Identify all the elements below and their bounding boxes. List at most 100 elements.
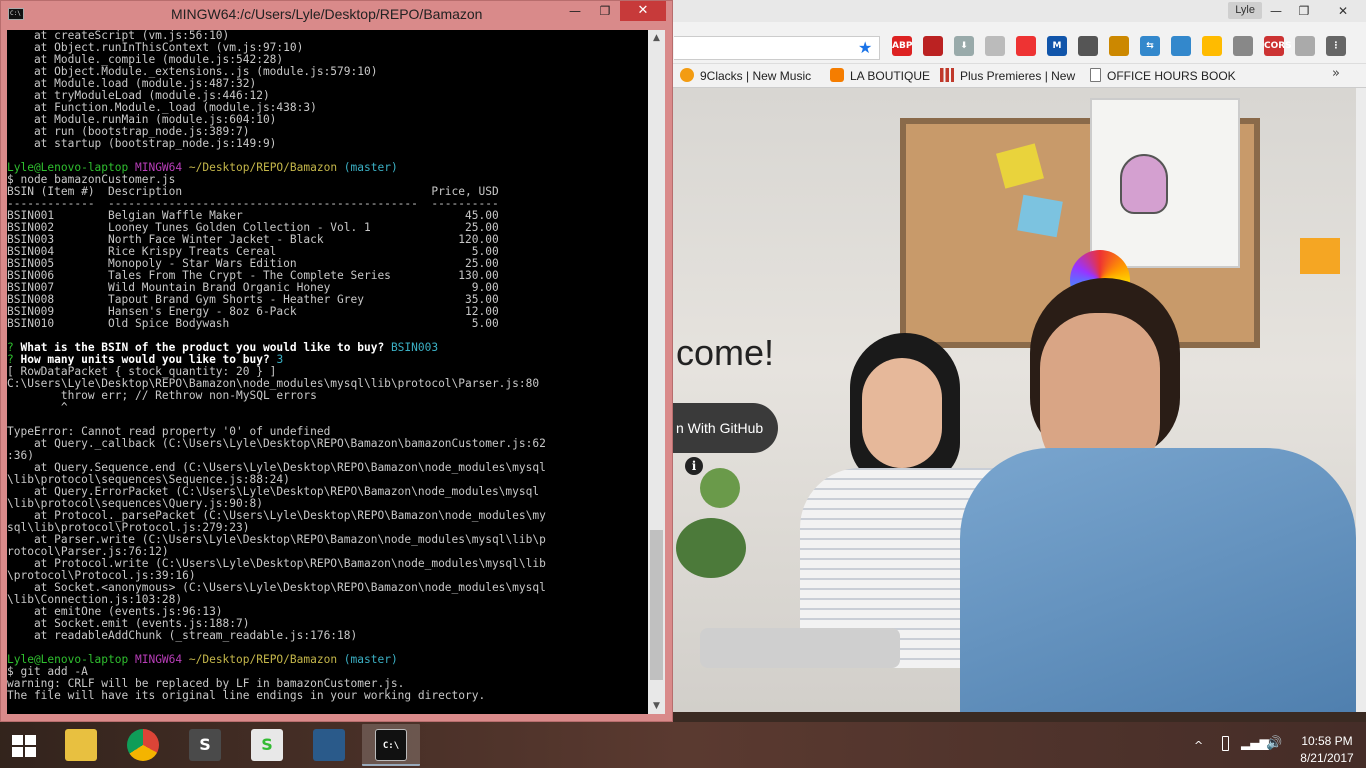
eyedropper-icon[interactable]: [1078, 36, 1098, 56]
terminal-line: at Query.ErrorPacket (C:\Users\Lyle\Desk…: [7, 486, 648, 498]
code-icon[interactable]: [1233, 36, 1253, 56]
terminal-text: ~/Desktop/REPO/Bamazon: [188, 162, 344, 174]
bookmark-plus-premieres[interactable]: Plus Premieres | New: [940, 67, 1075, 85]
terminal-text: (master): [343, 162, 398, 174]
terminal-line: at Object.runInThisContext (vm.js:97:10): [7, 42, 648, 54]
battery-icon[interactable]: [1222, 736, 1229, 751]
m-icon[interactable]: M: [1047, 36, 1067, 56]
cast-icon[interactable]: [1295, 36, 1315, 56]
terminal-line: sql\lib\protocol\Protocol.js:279:23): [7, 522, 648, 534]
sublime-text-icon: S: [189, 729, 221, 761]
arrows-icon[interactable]: ⇆: [1140, 36, 1160, 56]
terminal-minimize-button[interactable]: —: [561, 1, 589, 21]
terminal-text: at createScript (vm.js:56:10): [7, 30, 230, 42]
terminal-line: :36): [7, 450, 648, 462]
terminal-text: at startup (bootstrap_node.js:149:9): [7, 138, 277, 150]
bookmark-star-icon[interactable]: ★: [858, 38, 872, 57]
terminal-title-bar[interactable]: C:\ MINGW64:/c/Users/Lyle/Desktop/REPO/B…: [1, 1, 672, 29]
windows-taskbar: S S C:\ ^ ▂▄▆ 🔊: [0, 722, 1366, 768]
terminal-line: BSIN004 Rice Krispy Treats Cereal 5.00: [7, 246, 648, 258]
terminal-output[interactable]: at createScript (vm.js:56:10) at Object.…: [7, 30, 648, 714]
profile-button[interactable]: Lyle: [1228, 2, 1262, 19]
terminal-text: \lib\Connection.js:103:28): [7, 594, 183, 606]
terminal-text: at readableAddChunk (_stream_readable.js…: [7, 630, 358, 642]
terminal-text: at tryModuleLoad (module.js:446:12): [7, 90, 270, 102]
volume-icon[interactable]: 🔊: [1266, 736, 1282, 751]
clock-time[interactable]: 10:58 PM: [1292, 734, 1362, 748]
terminal-text: at Socket.<anonymous> (C:\Users\Lyle\Des…: [7, 582, 546, 594]
download-icon[interactable]: ⬇: [954, 36, 974, 56]
spy-icon[interactable]: [923, 36, 943, 56]
browser-maximize-button[interactable]: ❐: [1286, 0, 1322, 22]
taskbar-button[interactable]: S: [176, 724, 234, 766]
terminal-text: C:\Users\Lyle\Desktop\REPO\Bamazon\node_…: [7, 378, 540, 390]
slack-icon: S: [251, 729, 283, 761]
address-bar[interactable]: [674, 36, 880, 60]
taskbar-button[interactable]: S: [238, 724, 296, 766]
terminal-line: [ RowDataPacket { stock_quantity: 20 } ]: [7, 366, 648, 378]
terminal-text: ------------- --------------------------…: [7, 198, 499, 210]
terminal-text: at Protocol._parsePacket (C:\Users\Lyle\…: [7, 510, 546, 522]
terminal-text: at run (bootstrap_node.js:389:7): [7, 126, 250, 138]
bars-icon: [940, 68, 954, 82]
taskbar-button[interactable]: [52, 724, 110, 766]
terminal-line: at Query.Sequence.end (C:\Users\Lyle\Des…: [7, 462, 648, 474]
terminal-icon: C:\: [375, 729, 407, 761]
terminal-line: BSIN002 Looney Tunes Golden Collection -…: [7, 222, 648, 234]
terminal-scrollbar[interactable]: ▲ ▼: [648, 30, 665, 714]
terminal-text: rotocol\Parser.js:76:12): [7, 546, 169, 558]
lightbulb-drawing-image: [1120, 154, 1168, 214]
bookmark-office-hours[interactable]: OFFICE HOURS BOOK: [1090, 67, 1236, 85]
bookmark-9clacks[interactable]: 9Clacks | New Music: [680, 67, 811, 85]
adblock-icon[interactable]: ABP: [892, 36, 912, 56]
shield-icon[interactable]: [1016, 36, 1036, 56]
terminal-text: ^: [7, 402, 68, 414]
cors-icon[interactable]: CORS: [1264, 36, 1292, 56]
terminal-lines: at createScript (vm.js:56:10) at Object.…: [7, 30, 648, 702]
terminal-text: at Function.Module._load (module.js:438:…: [7, 102, 317, 114]
terminal-text: \lib\protocol\sequences\Sequence.js:88:2…: [7, 474, 290, 486]
terminal-text: sql\lib\protocol\Protocol.js:279:23): [7, 522, 250, 534]
terminal-line: at Parser.write (C:\Users\Lyle\Desktop\R…: [7, 534, 648, 546]
scroll-down-arrow-icon[interactable]: ▼: [648, 698, 665, 714]
terminal-line: at Function.Module._load (module.js:438:…: [7, 102, 648, 114]
terminal-line: $ git add -A: [7, 666, 648, 678]
terminal-close-button[interactable]: ✕: [620, 1, 666, 21]
start-button[interactable]: [0, 722, 50, 768]
terminal-text: \protocol\Protocol.js:39:16): [7, 570, 196, 582]
bulb-icon[interactable]: [1202, 36, 1222, 56]
menu-icon[interactable]: ⋮: [1326, 36, 1346, 56]
terminal-line: \protocol\Protocol.js:39:16): [7, 570, 648, 582]
terminal-text: at Module._compile (module.js:542:28): [7, 54, 284, 66]
terminal-text: at Protocol.write (C:\Users\Lyle\Desktop…: [7, 558, 546, 570]
terminal-line: at readableAddChunk (_stream_readable.js…: [7, 630, 648, 642]
terminal-scroll-thumb[interactable]: [650, 530, 663, 680]
terminal-text: at Query.ErrorPacket (C:\Users\Lyle\Desk…: [7, 486, 540, 498]
terminal-line: at Module.load (module.js:487:32): [7, 78, 648, 90]
hammer-icon[interactable]: [1109, 36, 1129, 56]
terminal-maximize-button[interactable]: ❐: [591, 1, 619, 21]
clock-date[interactable]: 8/21/2017: [1292, 751, 1362, 765]
terminal-line: BSIN009 Hansen's Energy - 8oz 6-Pack 12.…: [7, 306, 648, 318]
terminal-text: ~/Desktop/REPO/Bamazon: [188, 654, 344, 666]
show-hidden-icons-button[interactable]: ^: [1194, 739, 1203, 752]
network-signal-icon[interactable]: ▂▄▆: [1241, 736, 1269, 750]
bookmark-la-boutique[interactable]: LA BOUTIQUE: [830, 67, 930, 85]
pdf-icon[interactable]: [985, 36, 1005, 56]
taskbar-button[interactable]: C:\: [362, 724, 420, 766]
terminal-line: at Socket.emit (events.js:188:7): [7, 618, 648, 630]
browser-close-button[interactable]: ✕: [1320, 0, 1366, 22]
taskbar-button[interactable]: [300, 724, 358, 766]
page-scrollbar[interactable]: [1356, 88, 1366, 712]
terminal-line: at Module.runMain (module.js:604:10): [7, 114, 648, 126]
scroll-up-arrow-icon[interactable]: ▲: [648, 30, 665, 46]
terminal-text: BSIN005 Monopoly - Star Wars Edition 25.…: [7, 258, 499, 270]
taskbar-button[interactable]: [114, 724, 172, 766]
bookmarks-overflow-button[interactable]: »: [1332, 66, 1340, 81]
terminal-line: rotocol\Parser.js:76:12): [7, 546, 648, 558]
info-icon[interactable]: i: [685, 457, 703, 475]
screenshot-icon[interactable]: [1171, 36, 1191, 56]
terminal-line: TypeError: Cannot read property '0' of u…: [7, 426, 648, 438]
